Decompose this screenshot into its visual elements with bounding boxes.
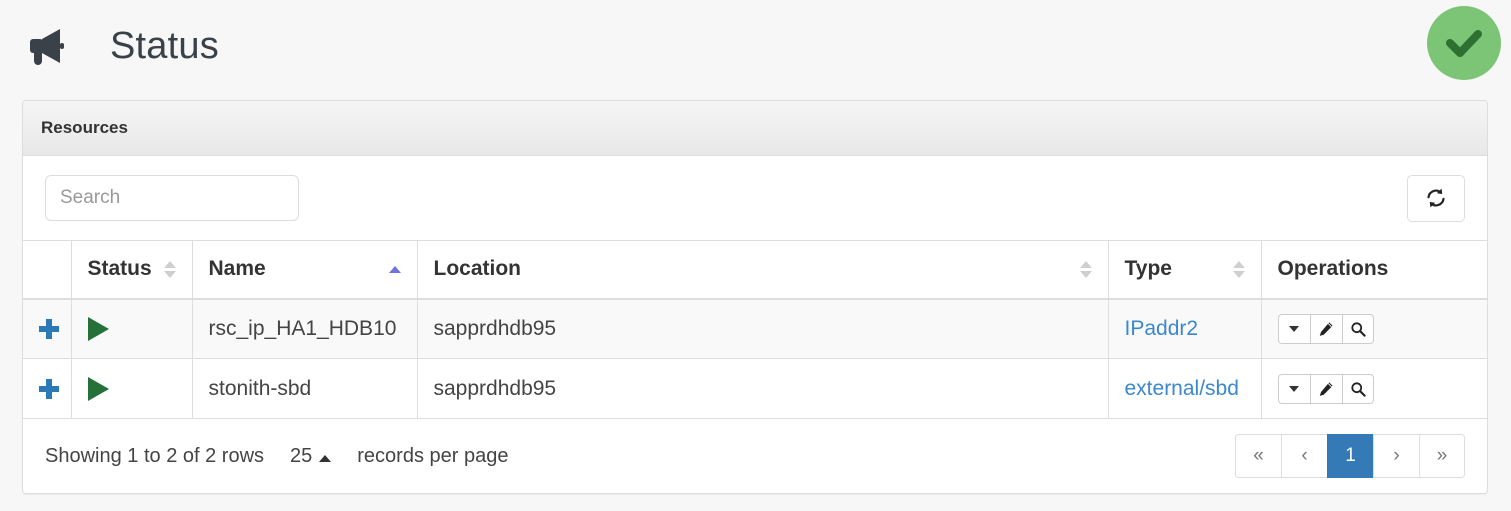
column-label-operations: Operations [1277,257,1389,281]
location-cell: sapprdhdb95 [417,358,1109,419]
table-header-row: Status Name Location Type Operations [23,240,1487,300]
view-details-button[interactable] [1341,313,1374,344]
caret-down-icon [1079,270,1092,278]
records-per-page-label: records per page [357,444,509,467]
plus-icon[interactable] [39,319,59,340]
name-cell: stonith-sbd [192,358,418,419]
status-cell [71,298,193,359]
view-details-button[interactable] [1341,373,1374,404]
column-header-status[interactable]: Status [71,240,193,300]
column-header-expand [23,240,72,300]
caret-up-icon [163,260,176,268]
showing-rows-text: Showing 1 to 2 of 2 rows [45,444,265,467]
type-cell: IPaddr2 [1108,298,1262,359]
bullhorn-icon [24,23,70,69]
edit-button[interactable] [1309,313,1342,344]
page-size-dropdown[interactable]: 25 [290,444,332,468]
operations-button-group [1277,313,1374,344]
caret-up-icon [319,454,332,462]
column-header-location[interactable]: Location [417,240,1109,300]
resources-table: Status Name Location Type Operations rsc… [23,240,1487,419]
type-cell: external/sbd [1108,358,1262,419]
operations-cell [1261,358,1487,419]
table-footer: Showing 1 to 2 of 2 rows 25 records per … [23,419,1487,493]
location-cell: sapprdhdb95 [417,298,1109,359]
expand-cell[interactable] [23,298,72,359]
caret-up-icon [1079,260,1092,268]
page-header: Status [0,0,1511,92]
pagination-page-1[interactable]: 1 [1327,434,1373,478]
operations-dropdown-button[interactable] [1277,373,1310,404]
play-icon [87,316,109,341]
pagination-first-button[interactable]: « [1235,434,1281,478]
refresh-icon [1424,186,1448,210]
panel-title: Resources [41,118,128,137]
pagination-prev-button[interactable]: ‹ [1281,434,1327,478]
status-badge [1427,6,1501,80]
type-link[interactable]: external/sbd [1125,377,1239,400]
footer-left: Showing 1 to 2 of 2 rows 25 records per … [45,445,508,468]
sort-icon-location[interactable] [1079,260,1092,278]
caret-down-icon [1289,385,1299,392]
page-size-value: 25 [290,444,313,467]
caret-down-icon [1232,270,1245,278]
pencil-icon [1318,321,1334,337]
refresh-button[interactable] [1407,174,1465,222]
page-title: Status [110,25,219,67]
operations-dropdown-button[interactable] [1277,313,1310,344]
operations-button-group [1277,373,1374,404]
column-label-name: Name [208,257,266,281]
column-header-operations: Operations [1261,240,1487,300]
play-icon [87,376,109,401]
magnifier-icon [1350,381,1366,397]
table-row: rsc_ip_HA1_HDB10 sapprdhdb95 IPaddr2 [23,298,1487,359]
column-label-type: Type [1124,257,1172,281]
caret-up-icon [388,265,401,273]
pagination-last-button[interactable]: » [1419,434,1465,478]
plus-icon[interactable] [39,378,59,399]
status-cell [71,358,193,419]
panel-heading: Resources [23,101,1487,156]
table-row: stonith-sbd sapprdhdb95 external/sbd [23,358,1487,419]
search-input[interactable] [45,175,299,221]
sort-icon-name-ascending[interactable] [388,265,401,273]
caret-down-icon [1289,325,1299,332]
pagination: « ‹ 1 › » [1235,434,1465,478]
column-label-location: Location [433,257,522,281]
column-header-type[interactable]: Type [1108,240,1262,300]
column-label-status: Status [87,257,152,281]
sort-icon-type[interactable] [1232,260,1245,278]
caret-up-icon [1232,260,1245,268]
magnifier-icon [1350,321,1366,337]
table-toolbar [23,156,1487,240]
sort-icon-status[interactable] [163,260,176,278]
type-link[interactable]: IPaddr2 [1125,317,1199,340]
expand-cell[interactable] [23,358,72,419]
pencil-icon [1318,381,1334,397]
caret-down-icon [163,270,176,278]
name-cell: rsc_ip_HA1_HDB10 [192,298,418,359]
operations-cell [1261,298,1487,359]
pagination-next-button[interactable]: › [1373,434,1419,478]
resources-panel: Resources Search Status Name Location Ty… [22,100,1488,494]
column-header-name[interactable]: Name [192,240,418,300]
edit-button[interactable] [1309,373,1342,404]
